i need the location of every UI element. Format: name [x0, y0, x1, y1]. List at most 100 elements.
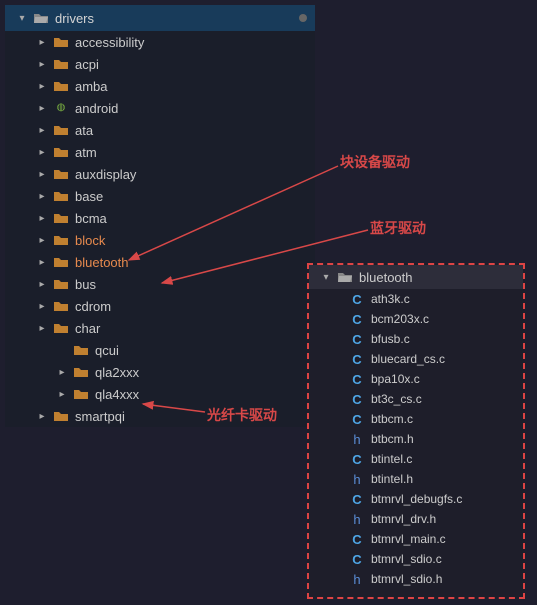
folder-icon: [53, 233, 69, 247]
c-file-icon: C: [349, 312, 365, 327]
tree-item-bcma[interactable]: ▸bcma: [5, 207, 315, 229]
tree-item-accessibility[interactable]: ▸ accessibility: [5, 31, 315, 53]
file-item-ath3k-c[interactable]: Cath3k.c: [309, 289, 523, 309]
tree-item-label: accessibility: [75, 35, 144, 50]
h-file-icon: h: [349, 432, 365, 447]
tree-item-acpi[interactable]: ▸acpi: [5, 53, 315, 75]
file-label: bt3c_cs.c: [371, 392, 422, 406]
tree-item-qla2xxx[interactable]: ▸ qla2xxx: [5, 361, 315, 383]
file-item-btmrvl_main-c[interactable]: Cbtmrvl_main.c: [309, 529, 523, 549]
chevron-down-icon: ▾: [15, 11, 29, 25]
h-file-icon: h: [349, 472, 365, 487]
folder-icon: [53, 189, 69, 203]
tree-item-bluetooth[interactable]: ▸bluetooth: [5, 251, 315, 273]
tree-item-android[interactable]: ▸◍android: [5, 97, 315, 119]
chevron-right-icon: ▸: [35, 167, 49, 181]
tree-item-label: atm: [75, 145, 97, 160]
tree-item-atm[interactable]: ▸atm: [5, 141, 315, 163]
tree-item-auxdisplay[interactable]: ▸auxdisplay: [5, 163, 315, 185]
c-file-icon: C: [349, 392, 365, 407]
popup-root-label: bluetooth: [359, 270, 413, 285]
c-file-icon: C: [349, 552, 365, 567]
tree-item-label: base: [75, 189, 103, 204]
tree-item-label: ata: [75, 123, 93, 138]
bluetooth-files-popup: ▾ bluetooth Cath3k.cCbcm203x.cCbfusb.cCb…: [307, 263, 525, 599]
tree-item-label: bluetooth: [75, 255, 129, 270]
c-file-icon: C: [349, 332, 365, 347]
tree-item-label: qla2xxx: [95, 365, 139, 380]
folder-icon: [73, 387, 89, 401]
tree-item-label: qcui: [95, 343, 119, 358]
file-item-btmrvl_sdio-c[interactable]: Cbtmrvl_sdio.c: [309, 549, 523, 569]
tree-item-label: block: [75, 233, 105, 248]
tree-item-ata[interactable]: ▸ata: [5, 119, 315, 141]
file-label: btbcm.h: [371, 432, 414, 446]
c-file-icon: C: [349, 452, 365, 467]
file-item-btbcm-c[interactable]: Cbtbcm.c: [309, 409, 523, 429]
annotation-fiber: 光纤卡驱动: [207, 405, 277, 425]
chevron-right-icon: ▸: [35, 277, 49, 291]
folder-icon: [53, 167, 69, 181]
file-item-bfusb-c[interactable]: Cbfusb.c: [309, 329, 523, 349]
chevron-right-icon: ▸: [55, 387, 69, 401]
tree-item-amba[interactable]: ▸amba: [5, 75, 315, 97]
status-dot: [299, 14, 307, 22]
folder-icon: [53, 299, 69, 313]
tree-item-label: amba: [75, 79, 108, 94]
file-item-btbcm-h[interactable]: h btbcm.h: [309, 429, 523, 449]
tree-item-label: android: [75, 101, 118, 116]
tree-item-label: bus: [75, 277, 96, 292]
file-item-btmrvl_sdio-h[interactable]: hbtmrvl_sdio.h: [309, 569, 523, 589]
tree-item-label: acpi: [75, 57, 99, 72]
tree-item-bus[interactable]: ▸ bus: [5, 273, 315, 295]
folder-tree-panel: ▾ drivers ▸accessibility▸acpi▸amba▸◍andr…: [5, 5, 315, 427]
file-label: btbcm.c: [371, 412, 413, 426]
file-item-btmrvl_debugfs-c[interactable]: Cbtmrvl_debugfs.c: [309, 489, 523, 509]
popup-root-row[interactable]: ▾ bluetooth: [309, 265, 523, 289]
chevron-right-icon: ▸: [35, 409, 49, 423]
c-file-icon: C: [349, 492, 365, 507]
file-item-bpa10x-c[interactable]: Cbpa10x.c: [309, 369, 523, 389]
h-file-icon: h: [349, 512, 365, 527]
file-item-bcm203x-c[interactable]: Cbcm203x.c: [309, 309, 523, 329]
tree-item-label: qla4xxx: [95, 387, 139, 402]
folder-icon: [73, 343, 89, 357]
folder-icon: [53, 255, 69, 269]
file-label: btmrvl_sdio.c: [371, 552, 442, 566]
folder-icon: [53, 79, 69, 93]
folder-icon: [53, 145, 69, 159]
c-file-icon: C: [349, 532, 365, 547]
chevron-right-icon: ▸: [35, 211, 49, 225]
file-item-bluecard_cs-c[interactable]: Cbluecard_cs.c: [309, 349, 523, 369]
file-label: bcm203x.c: [371, 312, 429, 326]
file-item-btintel-h[interactable]: h btintel.h: [309, 469, 523, 489]
file-label: btmrvl_debugfs.c: [371, 492, 462, 506]
tree-item-base[interactable]: ▸base: [5, 185, 315, 207]
file-item-bt3c_cs-c[interactable]: Cbt3c_cs.c: [309, 389, 523, 409]
annotation-bluetooth: 蓝牙驱动: [370, 218, 426, 238]
chevron-right-icon: ▸: [35, 35, 49, 49]
folder-icon: [53, 409, 69, 423]
file-label: btintel.c: [371, 452, 412, 466]
file-label: btmrvl_main.c: [371, 532, 446, 546]
file-item-btmrvl_drv-h[interactable]: h btmrvl_drv.h: [309, 509, 523, 529]
tree-item-cutoff[interactable]: ▸ qcui: [5, 339, 315, 361]
tree-item-qla4xxx[interactable]: ▸ qla4xxx: [5, 383, 315, 405]
c-file-icon: C: [349, 412, 365, 427]
file-item-btintel-c[interactable]: Cbtintel.c: [309, 449, 523, 469]
tree-item-cdrom[interactable]: ▸ cdrom: [5, 295, 315, 317]
file-label: btmrvl_sdio.h: [371, 572, 442, 586]
folder-open-icon: [33, 11, 49, 25]
folder-icon: [53, 321, 69, 335]
file-label: bpa10x.c: [371, 372, 420, 386]
file-label: btmrvl_drv.h: [371, 512, 436, 526]
tree-item-block[interactable]: ▸block: [5, 229, 315, 251]
chevron-right-icon: ▸: [35, 299, 49, 313]
file-label: btintel.h: [371, 472, 413, 486]
folder-icon: [53, 277, 69, 291]
tree-item-label: cdrom: [75, 299, 111, 314]
tree-root-row[interactable]: ▾ drivers: [5, 5, 315, 31]
tree-item-char[interactable]: ▸char: [5, 317, 315, 339]
c-file-icon: C: [349, 292, 365, 307]
chevron-right-icon: ▸: [55, 365, 69, 379]
